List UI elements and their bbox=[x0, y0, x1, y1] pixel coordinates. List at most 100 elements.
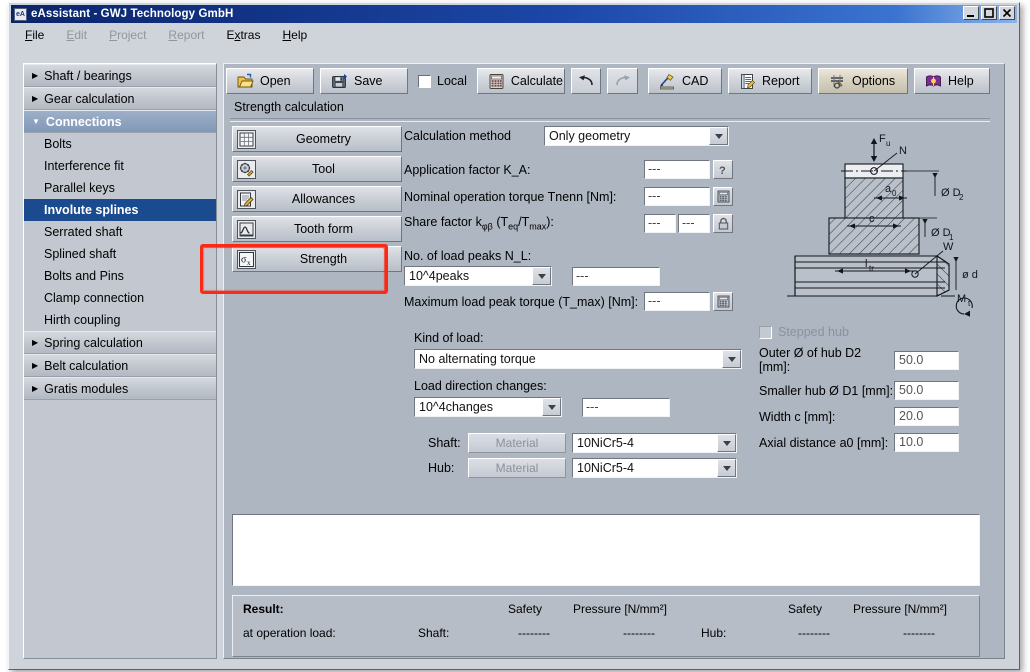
tree-group-shaft-bearings[interactable]: ▶ Shaft / bearings bbox=[24, 64, 216, 87]
tools-options-icon bbox=[829, 73, 846, 90]
tree-group-connections[interactable]: ▼ Connections bbox=[24, 110, 216, 133]
tree-item-interference-fit[interactable]: Interference fit bbox=[24, 155, 216, 177]
application-factor-label: Application factor K_A: bbox=[404, 163, 644, 177]
tree-item-parallel-keys[interactable]: Parallel keys bbox=[24, 177, 216, 199]
svg-text:0: 0 bbox=[892, 189, 897, 198]
section-divider bbox=[230, 118, 990, 122]
outer-diameter-d2-input[interactable]: 50.0 bbox=[894, 351, 959, 370]
hub-material-value: 10NiCr5-4 bbox=[577, 461, 634, 475]
smaller-hub-d1-label: Smaller hub Ø D1 [mm]: bbox=[759, 384, 894, 398]
tree-item-clamp-connection[interactable]: Clamp connection bbox=[24, 287, 216, 309]
calculation-method-select[interactable]: Only geometry bbox=[544, 126, 729, 146]
load-direction-changes-input[interactable]: --- bbox=[582, 398, 670, 417]
strength-form: Calculation method Only geometry Applica… bbox=[404, 126, 754, 482]
share-factor-lock-button[interactable] bbox=[713, 214, 733, 233]
nominal-torque-calculator-button[interactable] bbox=[713, 187, 733, 206]
max-peak-torque-input[interactable]: --- bbox=[644, 292, 710, 311]
options-label: Options bbox=[852, 74, 895, 88]
tree-group-gratis-modules[interactable]: ▶ Gratis modules bbox=[24, 377, 216, 400]
stepped-hub-drawing: F u N a 0 bbox=[759, 126, 994, 321]
undo-button[interactable] bbox=[571, 68, 602, 94]
load-peaks-input[interactable]: --- bbox=[572, 267, 660, 286]
axial-distance-a0-label: Axial distance a0 [mm]: bbox=[759, 436, 894, 450]
strength-button[interactable]: σx Strength bbox=[232, 246, 402, 272]
share-factor-input-1[interactable]: --- bbox=[644, 214, 676, 233]
label-c: c bbox=[869, 213, 875, 225]
maximize-button[interactable] bbox=[981, 6, 997, 20]
report-button[interactable]: Report bbox=[728, 68, 812, 94]
kind-of-load-select[interactable]: No alternating torque bbox=[414, 349, 742, 369]
hub-field-row: Outer Ø of hub D2 [mm]: 50.0 bbox=[759, 346, 994, 374]
axial-distance-a0-input[interactable]: 10.0 bbox=[894, 433, 959, 452]
title-bar: eA eAssistant - GWJ Technology GmbH bbox=[11, 5, 1017, 23]
label-fu: F bbox=[879, 133, 886, 145]
tree-label: Interference fit bbox=[44, 159, 124, 173]
tree-label: Splined shaft bbox=[44, 247, 116, 261]
application-factor-help-button[interactable]: ? bbox=[713, 160, 733, 179]
question-mark-icon: ? bbox=[716, 163, 730, 177]
tree-label: Gear calculation bbox=[44, 92, 134, 106]
result-shaft-safety: -------- bbox=[518, 626, 550, 640]
tree-label: Hirth coupling bbox=[44, 313, 120, 327]
open-button[interactable]: Open bbox=[226, 68, 314, 94]
nominal-torque-input[interactable]: --- bbox=[644, 187, 710, 206]
smaller-hub-d1-input[interactable]: 50.0 bbox=[894, 381, 959, 400]
close-button[interactable] bbox=[999, 6, 1015, 20]
tree-group-spring-calculation[interactable]: ▶ Spring calculation bbox=[24, 331, 216, 354]
tree-item-hirth-coupling[interactable]: Hirth coupling bbox=[24, 309, 216, 331]
application-window: eA eAssistant - GWJ Technology GmbH File… bbox=[0, 0, 1030, 672]
max-peak-torque-calculator-button[interactable] bbox=[713, 292, 733, 311]
chevron-down-icon[interactable] bbox=[542, 398, 561, 416]
tree-group-belt-calculation[interactable]: ▶ Belt calculation bbox=[24, 354, 216, 377]
checkbox-box bbox=[759, 326, 772, 339]
width-c-input[interactable]: 20.0 bbox=[894, 407, 959, 426]
tree-item-bolts[interactable]: Bolts bbox=[24, 133, 216, 155]
tree-item-involute-splines[interactable]: Involute splines bbox=[24, 199, 216, 221]
menu-extras[interactable]: Extras bbox=[226, 28, 260, 42]
tooth-form-button[interactable]: Tooth form bbox=[232, 216, 402, 242]
tree-label: Belt calculation bbox=[44, 359, 128, 373]
cad-button[interactable]: CAD bbox=[648, 68, 722, 94]
chevron-down-icon[interactable] bbox=[722, 350, 741, 368]
message-output-area[interactable] bbox=[232, 514, 980, 586]
tree-item-serrated-shaft[interactable]: Serrated shaft bbox=[24, 221, 216, 243]
label-n: N bbox=[899, 145, 907, 157]
tree-item-splined-shaft[interactable]: Splined shaft bbox=[24, 243, 216, 265]
load-direction-changes-select[interactable]: 10^4changes bbox=[414, 397, 562, 417]
chevron-down-icon[interactable] bbox=[717, 434, 736, 452]
options-button[interactable]: Options bbox=[818, 68, 908, 94]
calculate-button[interactable]: Calculate bbox=[477, 68, 565, 94]
chevron-down-icon[interactable] bbox=[532, 267, 551, 285]
svg-text:u: u bbox=[886, 139, 890, 148]
hub-material-select[interactable]: 10NiCr5-4 bbox=[572, 458, 737, 478]
local-checkbox[interactable]: Local bbox=[418, 74, 467, 88]
close-icon bbox=[1000, 7, 1014, 19]
share-factor-input-2[interactable]: --- bbox=[678, 214, 710, 233]
hub-material-button: Material bbox=[468, 458, 566, 478]
shaft-material-select[interactable]: 10NiCr5-4 bbox=[572, 433, 737, 453]
svg-text:x: x bbox=[247, 259, 251, 267]
application-factor-input[interactable]: --- bbox=[644, 160, 710, 179]
tool-button[interactable]: Tool bbox=[232, 156, 402, 182]
geometry-button[interactable]: Geometry bbox=[232, 126, 402, 152]
help-button[interactable]: Help bbox=[914, 68, 990, 94]
menu-file[interactable]: File bbox=[25, 28, 44, 42]
chevron-down-icon[interactable] bbox=[717, 459, 736, 477]
allowances-button[interactable]: Allowances bbox=[232, 186, 402, 212]
hub-field-row: Smaller hub Ø D1 [mm]: 50.0 bbox=[759, 381, 994, 400]
minimize-button[interactable] bbox=[963, 6, 979, 20]
window-frame: eA eAssistant - GWJ Technology GmbH File… bbox=[8, 2, 1020, 670]
load-peaks-select[interactable]: 10^4peaks bbox=[404, 266, 552, 286]
chevron-down-icon[interactable] bbox=[709, 127, 728, 145]
menu-help[interactable]: Help bbox=[282, 28, 307, 42]
save-button[interactable]: Save bbox=[320, 68, 408, 94]
shaft-material-button: Material bbox=[468, 433, 566, 453]
chevron-right-icon: ▶ bbox=[32, 95, 38, 103]
tree-item-bolts-and-pins[interactable]: Bolts and Pins bbox=[24, 265, 216, 287]
result-row-label: at operation load: bbox=[243, 626, 336, 640]
load-direction-changes-value: 10^4changes bbox=[419, 400, 493, 414]
result-header-safety-hub: Safety bbox=[788, 602, 822, 616]
tree-group-gear-calculation[interactable]: ▶ Gear calculation bbox=[24, 87, 216, 110]
menu-project: Project bbox=[109, 28, 146, 42]
menu-report: Report bbox=[168, 28, 204, 42]
